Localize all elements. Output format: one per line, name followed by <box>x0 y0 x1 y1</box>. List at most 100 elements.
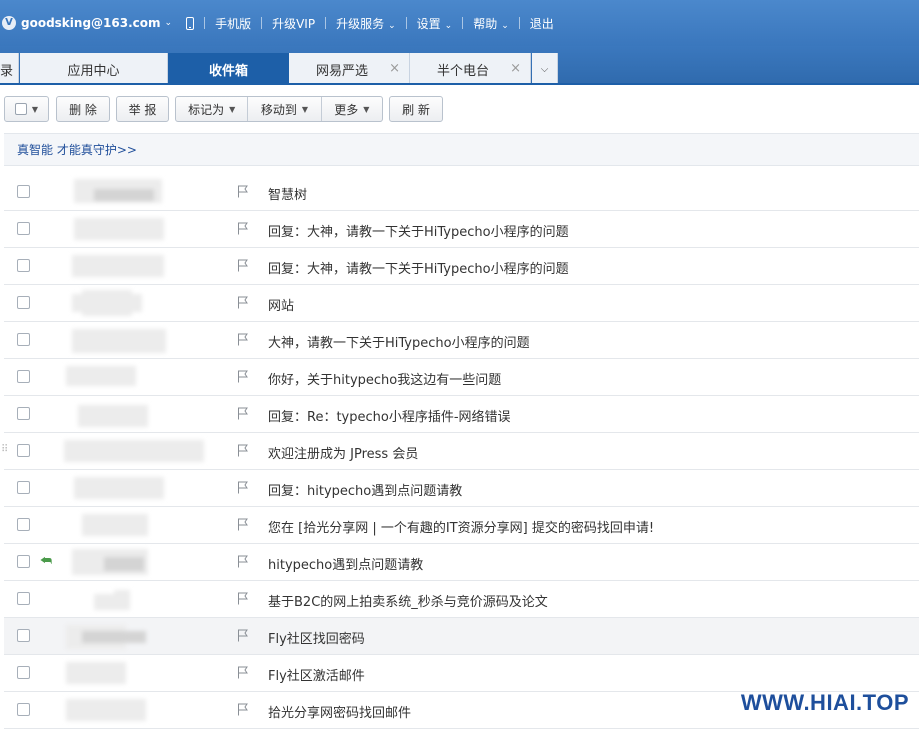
flag-icon[interactable] <box>237 296 249 309</box>
settings-menu[interactable]: 设置 ⌄ <box>417 15 453 32</box>
replied-icon: ⮪ <box>40 554 53 569</box>
select-all-checkbox[interactable] <box>14 103 27 115</box>
mail-row[interactable]: 大神，请教一下关于HiTypecho小程序的问题 <box>4 322 919 359</box>
flag-icon[interactable] <box>237 370 249 383</box>
mail-row-checkbox[interactable] <box>17 518 30 531</box>
flag-icon[interactable] <box>237 407 249 420</box>
mail-subject: 您在 [拾光分享网 | 一个有趣的IT资源分享网] 提交的密码找回申请! <box>268 521 655 536</box>
mail-row-checkbox[interactable] <box>17 592 30 605</box>
mail-row-checkbox[interactable] <box>17 703 30 716</box>
chevron-down-icon: ⌄ <box>501 20 509 31</box>
mail-row-checkbox[interactable] <box>17 666 30 679</box>
flag-icon[interactable] <box>237 222 249 235</box>
upgrade-service-label: 升级服务 <box>336 16 385 31</box>
mail-row[interactable]: 您在 [拾光分享网 | 一个有趣的IT资源分享网] 提交的密码找回申请! <box>4 507 919 544</box>
chevron-down-icon: ▼ <box>301 104 309 114</box>
mail-subject: 大神，请教一下关于HiTypecho小程序的问题 <box>268 336 530 351</box>
sender-redacted <box>64 290 204 316</box>
action-dropdown-group: 标记为 ▼ 移动到 ▼ 更多 ▼ <box>175 96 383 122</box>
chevron-down-icon: ⌄ <box>444 20 453 31</box>
mail-subject: 回复：大神，请教一下关于HiTypecho小程序的问题 <box>268 225 569 240</box>
flag-icon[interactable] <box>237 185 249 198</box>
account-name[interactable]: goodsking@163.com <box>21 16 161 30</box>
logout-link[interactable]: 退出 <box>530 15 554 32</box>
site-watermark: WWW.HIAI.TOP <box>740 690 909 715</box>
promo-link[interactable]: 真智能 才能真守护>> <box>17 141 137 158</box>
mail-row-checkbox[interactable] <box>17 222 30 235</box>
flag-icon[interactable] <box>237 259 249 272</box>
mail-row-checkbox[interactable] <box>17 370 30 383</box>
sender-redacted <box>64 697 204 723</box>
mail-row-checkbox[interactable] <box>17 444 30 457</box>
flag-icon[interactable] <box>237 518 249 531</box>
vip-badge-icon: V <box>2 16 16 30</box>
mail-row-checkbox[interactable] <box>17 333 30 346</box>
mail-list: 智慧树 回复：大神，请教一下关于HiTypecho小程序的问题 回复：大神，请教一下… <box>1 174 919 729</box>
upgrade-vip-link[interactable]: 升级VIP <box>272 15 315 32</box>
mail-row-checkbox[interactable] <box>17 555 30 568</box>
sender-redacted <box>64 253 204 279</box>
chevron-down-icon[interactable]: ⌄ <box>165 18 173 28</box>
mail-row[interactable]: 基于B2C的网上拍卖系统_秒杀与竞价源码及论文 <box>4 581 919 618</box>
mail-row[interactable]: 回复：Re：typecho小程序插件-网络错误 <box>4 396 919 433</box>
more-label: 更多 <box>334 102 359 117</box>
help-menu[interactable]: 帮助 ⌄ <box>473 15 509 32</box>
tab-inbox[interactable]: 收件箱 <box>168 53 289 85</box>
refresh-button[interactable]: 刷 新 <box>389 96 443 122</box>
mail-row[interactable]: 回复：大神，请教一下关于HiTypecho小程序的问题 <box>4 211 919 248</box>
select-all-dropdown[interactable]: ▼ <box>4 96 49 122</box>
sender-redacted <box>64 660 204 686</box>
mail-subject: 回复：Re：typecho小程序插件-网络错误 <box>268 410 511 425</box>
mail-row[interactable]: Fly社区找回密码 <box>4 618 919 655</box>
mail-row[interactable]: 你好，关于hitypecho我这边有一些问题 <box>4 359 919 396</box>
report-button[interactable]: 举 报 <box>116 96 169 122</box>
mail-row-checkbox[interactable] <box>17 296 30 309</box>
flag-icon[interactable] <box>237 666 249 679</box>
mail-row-checkbox[interactable] <box>17 407 30 420</box>
tab-partial[interactable]: 录 <box>0 53 19 85</box>
mail-row[interactable]: 网站 <box>4 285 919 322</box>
move-to-dropdown[interactable]: 移动到 ▼ <box>248 97 322 121</box>
tab-netease-yanxuan[interactable]: 网易严选 × <box>289 53 410 85</box>
mail-row-checkbox[interactable] <box>17 185 30 198</box>
more-dropdown[interactable]: 更多 ▼ <box>322 97 382 121</box>
mark-as-dropdown[interactable]: 标记为 ▼ <box>176 97 249 121</box>
mail-row-checkbox[interactable] <box>17 629 30 642</box>
divider <box>261 17 263 29</box>
top-bar: V goodsking@163.com ⌄ 手机版 升级VIP 升级服务 ⌄ 设置… <box>0 0 919 46</box>
drag-handle-icon[interactable]: ⠿ <box>1 445 8 455</box>
tab-app-center[interactable]: 应用中心 <box>20 53 168 85</box>
sender-redacted <box>64 216 204 242</box>
mail-row-checkbox[interactable] <box>17 259 30 272</box>
settings-label: 设置 <box>416 16 441 31</box>
sender-redacted <box>64 512 204 538</box>
tab-strip: 录 应用中心 收件箱 网易严选 × 半个电台 × ⌵ <box>0 46 919 85</box>
flag-icon[interactable] <box>237 555 249 568</box>
flag-icon[interactable] <box>237 629 249 642</box>
mail-subject: 回复：hitypecho遇到点问题请教 <box>268 484 463 499</box>
flag-icon[interactable] <box>237 444 249 457</box>
mail-row[interactable]: ⠿ 欢迎注册成为 JPress 会员 <box>1 433 919 470</box>
mail-row[interactable]: 智慧树 <box>4 174 919 211</box>
tab-half-radio[interactable]: 半个电台 × <box>410 53 531 85</box>
delete-button[interactable]: 删 除 <box>56 96 110 122</box>
mail-row[interactable]: 回复：大神，请教一下关于HiTypecho小程序的问题 <box>4 248 919 285</box>
sender-redacted <box>64 179 204 205</box>
tab-label: 网易严选 <box>316 63 369 79</box>
close-icon[interactable]: × <box>510 61 521 76</box>
flag-icon[interactable] <box>237 481 249 494</box>
upgrade-service-menu[interactable]: 升级服务 ⌄ <box>336 15 396 32</box>
flag-icon[interactable] <box>237 592 249 605</box>
mobile-version-link[interactable]: 手机版 <box>215 15 251 32</box>
tab-more-dropdown[interactable]: ⌵ <box>532 53 558 85</box>
mail-row[interactable]: 回复：hitypecho遇到点问题请教 <box>4 470 919 507</box>
mail-row[interactable]: ⮪ hitypecho遇到点问题请教 <box>4 544 919 581</box>
sender-redacted <box>64 438 204 464</box>
flag-icon[interactable] <box>237 333 249 346</box>
mail-subject: 拾光分享网密码找回邮件 <box>268 706 412 721</box>
flag-icon[interactable] <box>237 703 249 716</box>
mail-row-checkbox[interactable] <box>17 481 30 494</box>
tab-label: 录 <box>0 63 14 79</box>
close-icon[interactable]: × <box>389 61 400 76</box>
mail-row[interactable]: Fly社区激活邮件 <box>4 655 919 692</box>
